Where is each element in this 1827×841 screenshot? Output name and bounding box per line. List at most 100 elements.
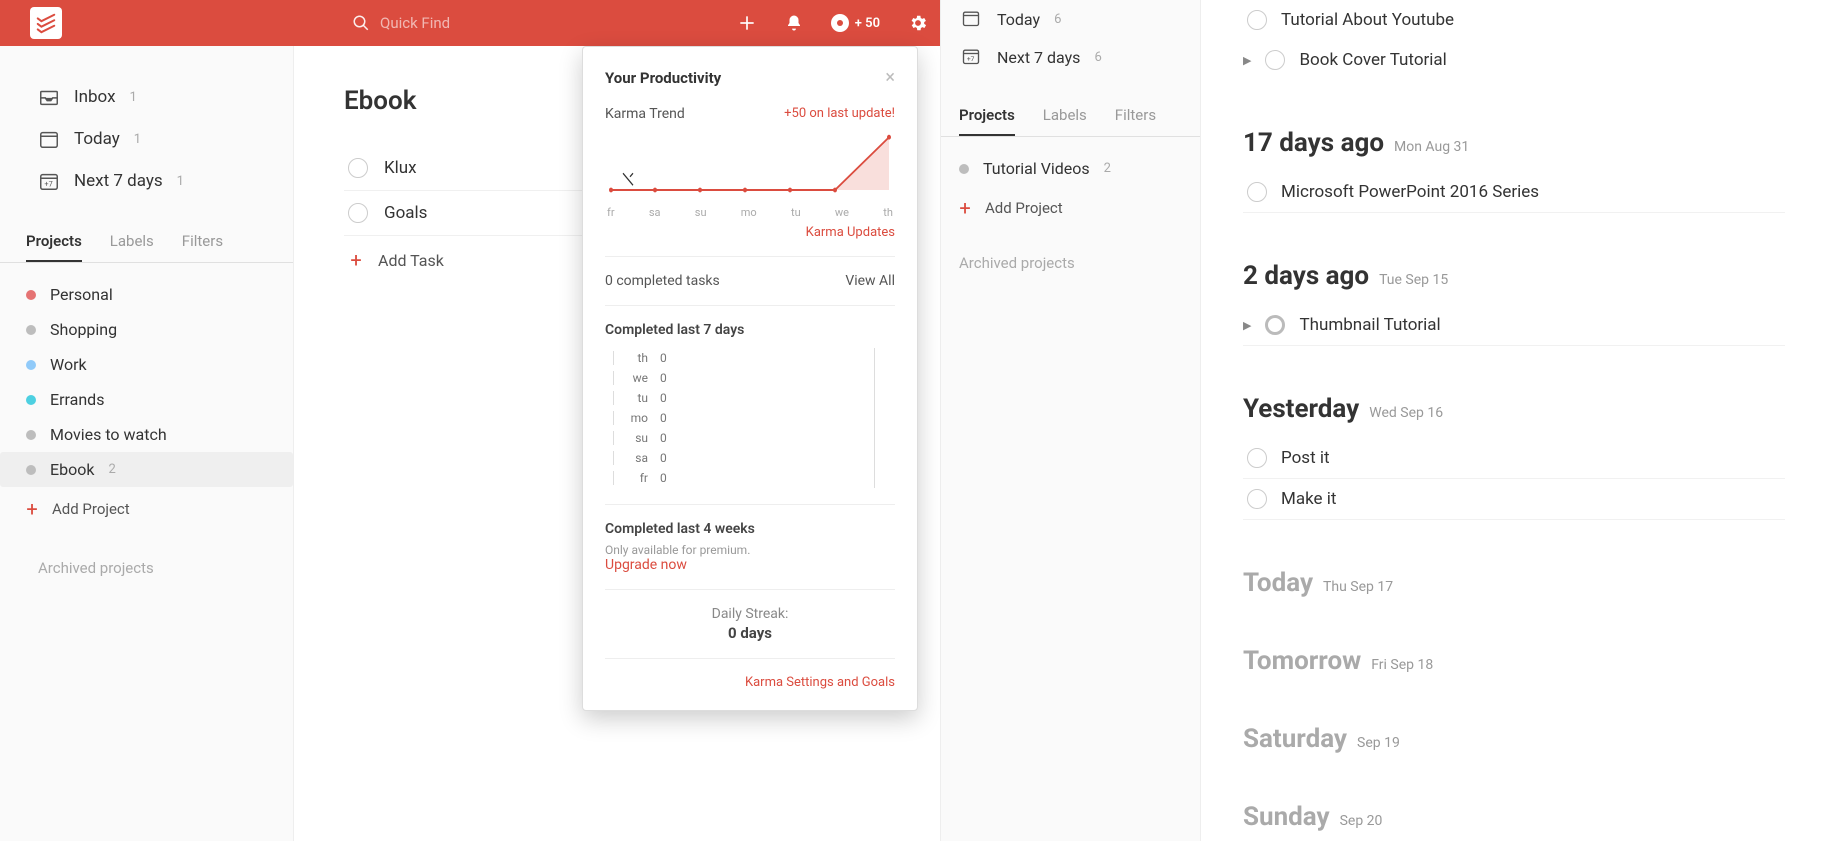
sidebar-item-today[interactable]: Today 1 bbox=[0, 118, 293, 160]
date-title: 2 days ago bbox=[1243, 261, 1369, 291]
sidebar2-item-next7[interactable]: +7 Next 7 days 6 bbox=[941, 38, 1200, 76]
plus-icon: + bbox=[350, 248, 362, 272]
task-row[interactable]: Tutorial About Youtube bbox=[1243, 0, 1785, 40]
date-title: Tomorrow bbox=[1243, 646, 1361, 676]
tab-filters[interactable]: Filters bbox=[1115, 106, 1156, 136]
task-checkbox[interactable] bbox=[1247, 10, 1267, 30]
date-section-header: Today Thu Sep 17 bbox=[1243, 568, 1785, 598]
project-label: Movies to watch bbox=[50, 425, 167, 444]
tab-labels[interactable]: Labels bbox=[110, 232, 154, 262]
task-label: Make it bbox=[1281, 489, 1336, 509]
project-color-bullet bbox=[26, 465, 36, 475]
week-row: we0 bbox=[613, 368, 895, 388]
sidebar-item-count: 6 bbox=[1054, 12, 1061, 27]
tab-projects[interactable]: Projects bbox=[959, 106, 1015, 136]
sidebar-project-item[interactable]: Movies to watch bbox=[0, 417, 293, 452]
calendar-week-icon: +7 bbox=[38, 170, 60, 192]
project-label: Errands bbox=[50, 390, 104, 409]
karma-trend-chart bbox=[605, 130, 895, 202]
task-row[interactable]: Microsoft PowerPoint 2016 Series bbox=[1243, 172, 1785, 213]
chevron-right-icon[interactable]: ▶ bbox=[1243, 319, 1251, 332]
sidebar-project-item[interactable]: Personal bbox=[0, 277, 293, 312]
task-checkbox[interactable] bbox=[1265, 315, 1285, 335]
search-area bbox=[352, 14, 580, 32]
sidebar2-item-today[interactable]: Today 6 bbox=[941, 0, 1200, 38]
settings-icon[interactable] bbox=[908, 13, 928, 33]
sidebar-project-item[interactable]: Errands bbox=[0, 382, 293, 417]
chart-tick-label: tu bbox=[791, 206, 801, 219]
sidebar-right: Today 6 +7 Next 7 days 6 Projects Labels… bbox=[941, 0, 1201, 841]
add-task-label: Add Task bbox=[378, 251, 444, 270]
task-checkbox[interactable] bbox=[1247, 489, 1267, 509]
archived-projects-link-2[interactable]: Archived projects bbox=[941, 230, 1200, 296]
karma-button[interactable]: + 50 bbox=[831, 14, 880, 32]
premium-note: Only available for premium. bbox=[605, 543, 895, 557]
search-icon[interactable] bbox=[352, 14, 370, 32]
daily-streak-value: 0 days bbox=[605, 624, 895, 642]
completed-tasks-label: 0 completed tasks bbox=[605, 273, 720, 289]
add-icon[interactable] bbox=[737, 13, 757, 33]
tab-projects[interactable]: Projects bbox=[26, 232, 82, 262]
plus-icon: + bbox=[959, 196, 971, 220]
sidebar-project-item[interactable]: Work bbox=[0, 347, 293, 382]
task-checkbox[interactable] bbox=[1265, 50, 1285, 70]
sidebar-project-item[interactable]: Shopping bbox=[0, 312, 293, 347]
chart-tick-label: th bbox=[883, 206, 893, 219]
task-checkbox[interactable] bbox=[348, 158, 368, 178]
chevron-right-icon[interactable]: ▶ bbox=[1243, 54, 1251, 67]
sidebar-item-inbox[interactable]: Inbox 1 bbox=[0, 76, 293, 118]
app-logo[interactable] bbox=[30, 7, 62, 39]
date-subtitle: Tue Sep 15 bbox=[1379, 272, 1448, 288]
task-row[interactable]: Make it bbox=[1243, 479, 1785, 520]
date-subtitle: Mon Aug 31 bbox=[1394, 139, 1469, 155]
project-color-bullet bbox=[26, 290, 36, 300]
date-section-header: 2 days ago Tue Sep 15 bbox=[1243, 261, 1785, 291]
archived-projects-link[interactable]: Archived projects bbox=[0, 531, 293, 605]
sidebar-item-label: Next 7 days bbox=[997, 48, 1080, 67]
project-label: Ebook bbox=[50, 460, 94, 479]
notifications-icon[interactable] bbox=[785, 14, 803, 32]
karma-arrow-icon bbox=[847, 32, 863, 40]
date-title: Sunday bbox=[1243, 802, 1330, 832]
close-icon[interactable]: × bbox=[885, 67, 895, 88]
task-checkbox[interactable] bbox=[1247, 182, 1267, 202]
sidebar-project-item[interactable]: Tutorial Videos 2 bbox=[941, 151, 1200, 186]
task-row[interactable]: ▶ Thumbnail Tutorial bbox=[1243, 305, 1785, 346]
sidebar-item-next7[interactable]: +7 Next 7 days 1 bbox=[0, 160, 293, 202]
sidebar-item-count: 1 bbox=[177, 174, 184, 189]
view-all-link[interactable]: View All bbox=[845, 273, 895, 289]
project-color-bullet bbox=[26, 395, 36, 405]
search-input[interactable] bbox=[380, 14, 580, 32]
tab-labels[interactable]: Labels bbox=[1043, 106, 1087, 136]
sidebar-item-label: Today bbox=[74, 129, 120, 149]
project-color-bullet bbox=[26, 360, 36, 370]
project-label: Work bbox=[50, 355, 87, 374]
karma-settings-link[interactable]: Karma Settings and Goals bbox=[605, 675, 895, 690]
inbox-icon bbox=[38, 86, 60, 108]
date-title: Today bbox=[1243, 568, 1313, 598]
task-label: Klux bbox=[384, 158, 417, 178]
task-row[interactable]: Post it bbox=[1243, 438, 1785, 479]
sidebar-item-count: 6 bbox=[1094, 50, 1101, 65]
tab-filters[interactable]: Filters bbox=[182, 232, 223, 262]
task-checkbox[interactable] bbox=[348, 203, 368, 223]
week-row: su0 bbox=[613, 428, 895, 448]
right-app: Today 6 +7 Next 7 days 6 Projects Labels… bbox=[940, 0, 1827, 841]
task-label: Book Cover Tutorial bbox=[1299, 50, 1446, 70]
last4-title: Completed last 4 weeks bbox=[605, 521, 895, 537]
add-project-button[interactable]: + Add Project bbox=[0, 487, 293, 531]
add-project-button-2[interactable]: + Add Project bbox=[941, 186, 1200, 230]
chart-tick-label: fr bbox=[607, 206, 615, 219]
task-label: Tutorial About Youtube bbox=[1281, 10, 1454, 30]
sidebar-item-label: Inbox bbox=[74, 87, 116, 107]
task-checkbox[interactable] bbox=[1247, 448, 1267, 468]
sidebar-project-item[interactable]: Ebook 2 bbox=[0, 452, 293, 487]
date-subtitle: Wed Sep 16 bbox=[1369, 405, 1443, 421]
task-row[interactable]: ▶ Book Cover Tutorial bbox=[1243, 40, 1785, 80]
date-title: Yesterday bbox=[1243, 394, 1359, 424]
karma-updates-link[interactable]: Karma Updates bbox=[605, 225, 895, 240]
sidebar-item-label: Next 7 days bbox=[74, 171, 163, 191]
upgrade-link[interactable]: Upgrade now bbox=[605, 557, 895, 573]
project-color-bullet bbox=[26, 430, 36, 440]
week-row: fr0 bbox=[613, 468, 895, 488]
